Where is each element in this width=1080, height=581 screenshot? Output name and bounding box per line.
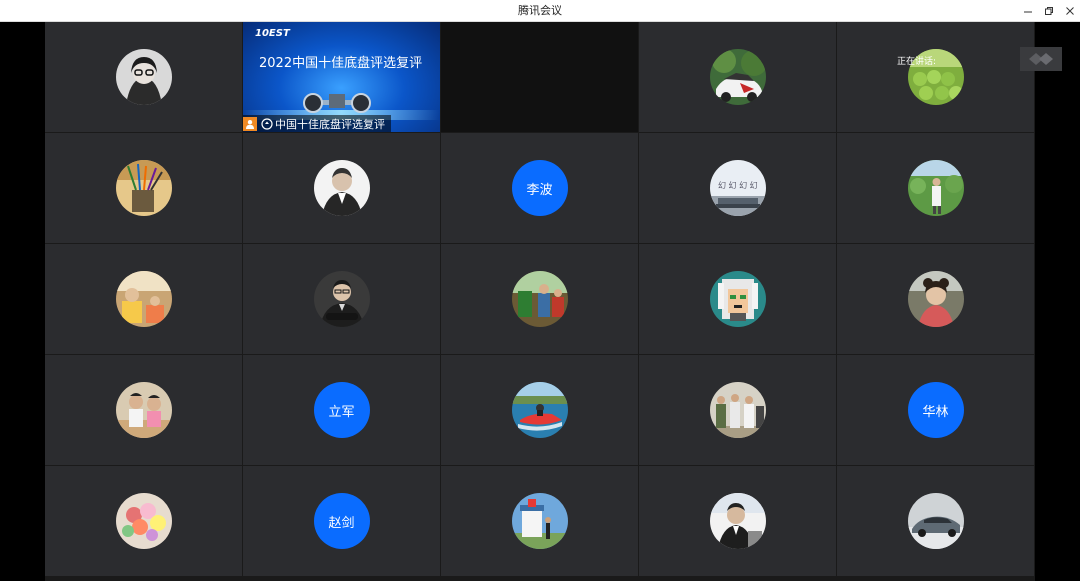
participant-name-avatar: 华林 — [907, 382, 964, 438]
screen-share-tile[interactable]: 10EST 2022中国十佳底盘评选复评中国十佳底盘评选复评 — [243, 22, 440, 132]
participant-tile[interactable] — [639, 22, 836, 132]
participant-tile[interactable] — [639, 355, 836, 465]
participant-tile[interactable] — [639, 244, 836, 354]
window-title: 腾讯会议 — [518, 4, 562, 17]
participant-tile[interactable] — [441, 355, 638, 465]
chassis-icon — [303, 93, 371, 113]
man-arms-crossed-avatar — [313, 271, 370, 327]
participant-tile[interactable] — [639, 466, 836, 576]
participant-tile[interactable] — [837, 133, 1034, 243]
participant-tile[interactable] — [45, 22, 242, 132]
participant-tile[interactable] — [837, 466, 1034, 576]
flowers-avatar — [115, 493, 172, 549]
minimize-icon — [1024, 11, 1032, 13]
lighthouse-avatar — [511, 493, 568, 549]
room-avatar: 幻 幻 幻 幻 — [709, 160, 766, 216]
participant-tile[interactable] — [441, 244, 638, 354]
room-people-avatar — [511, 271, 568, 327]
participant-tile[interactable] — [243, 244, 440, 354]
participant-tile[interactable]: 立军 — [243, 355, 440, 465]
couple-avatar — [115, 382, 172, 438]
title-bar: 腾讯会议 — [0, 0, 1080, 22]
sedan-avatar — [907, 493, 964, 549]
participant-name-avatar: 立军 — [313, 382, 370, 438]
sharer-label-text: 中国十佳底盘评选复评 — [275, 117, 385, 131]
car-avatar — [709, 49, 766, 105]
participant-name-avatar: 赵剑 — [313, 493, 370, 549]
participant-tile[interactable] — [45, 466, 242, 576]
speaker-avatar — [709, 493, 766, 549]
share-headline: 2022中国十佳底盘评选复评 — [259, 56, 423, 71]
share-logo: 10EST — [255, 28, 290, 39]
field-person-avatar — [907, 160, 964, 216]
user-icon — [243, 116, 257, 131]
pens-avatar — [115, 160, 172, 216]
close-icon — [1066, 7, 1074, 15]
chevrons-icon — [1029, 53, 1053, 65]
participant-tile[interactable] — [243, 133, 440, 243]
participant-tile[interactable] — [837, 22, 1034, 132]
woman-glasses-avatar — [115, 49, 172, 105]
group-photo-avatar — [709, 382, 766, 438]
participant-tile[interactable] — [441, 466, 638, 576]
girl-avatar — [907, 271, 964, 327]
participant-tile[interactable]: 幻 幻 幻 幻 — [639, 133, 836, 243]
participant-tile[interactable]: 李波 — [441, 133, 638, 243]
jetski-avatar — [511, 382, 568, 438]
participant-tile[interactable] — [837, 244, 1034, 354]
participant-name-avatar: 李波 — [511, 160, 568, 216]
collapse-panel-button[interactable] — [1020, 47, 1062, 71]
svg-text:幻 幻 幻 幻: 幻 幻 幻 幻 — [718, 180, 758, 190]
man-suit-avatar — [313, 160, 370, 216]
family-avatar — [115, 271, 172, 327]
participant-tile[interactable] — [45, 133, 242, 243]
participant-tile[interactable] — [45, 355, 242, 465]
pixel-art-avatar — [709, 271, 766, 327]
participant-grid: 10EST 2022中国十佳底盘评选复评中国十佳底盘评选复评李波 幻 幻 幻 幻立军… — [45, 22, 1035, 581]
close-button[interactable] — [1058, 0, 1080, 22]
participant-tile[interactable]: 华林 — [837, 355, 1034, 465]
video-stage: 10EST 2022中国十佳底盘评选复评中国十佳底盘评选复评李波 幻 幻 幻 幻立军… — [0, 22, 1080, 581]
speaking-indicator: 正在讲话: — [897, 57, 937, 67]
empty-video-tile[interactable] — [441, 22, 638, 132]
restore-icon — [1045, 7, 1053, 15]
participant-tile[interactable]: 赵剑 — [243, 466, 440, 576]
share-screen-icon — [261, 117, 273, 130]
sharer-label: 中国十佳底盘评选复评 — [243, 115, 391, 132]
participant-tile[interactable] — [45, 244, 242, 354]
